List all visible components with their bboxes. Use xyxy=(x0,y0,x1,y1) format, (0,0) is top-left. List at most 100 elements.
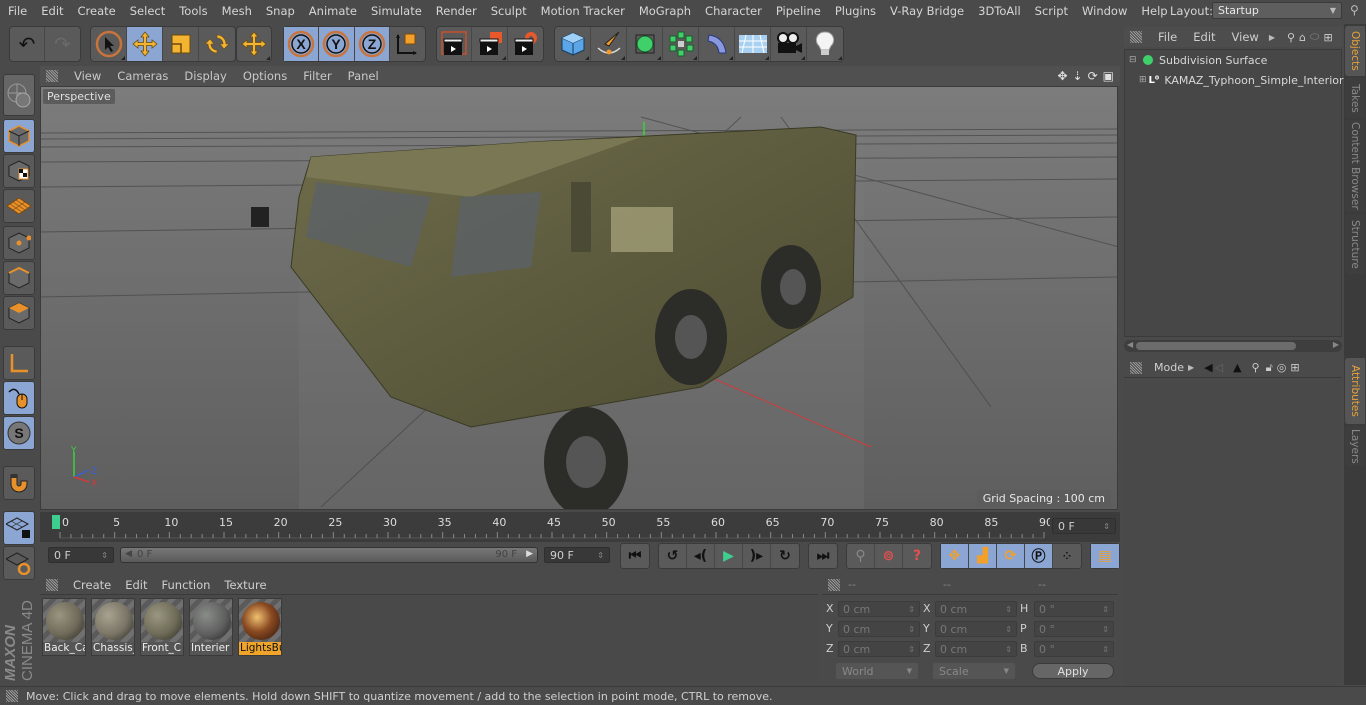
scale-button[interactable] xyxy=(163,27,199,61)
key-rotation-button[interactable]: ⟳ xyxy=(997,544,1025,568)
coordinate-mode-dropdown[interactable]: Scale ▼ xyxy=(933,663,1015,679)
record-key-button[interactable]: ⚲ xyxy=(847,544,875,568)
tab-objects[interactable]: Objects xyxy=(1345,26,1365,76)
rot-p-field[interactable]: 0 ° ⇕ xyxy=(1034,621,1114,637)
viewport-menu-panel[interactable]: Panel xyxy=(340,69,387,83)
prev-key-button[interactable]: ↺ xyxy=(659,544,687,568)
pan-icon[interactable]: ✥ xyxy=(1057,69,1067,83)
viewport-menu-filter[interactable]: Filter xyxy=(295,69,339,83)
camera-button[interactable] xyxy=(771,27,807,61)
zoom-icon[interactable]: ⇣ xyxy=(1073,69,1083,83)
material-menu-edit[interactable]: Edit xyxy=(118,578,154,592)
scrollbar-thumb[interactable] xyxy=(1136,342,1296,350)
material-menu-create[interactable]: Create xyxy=(66,578,118,592)
pos-x-field[interactable]: 0 cm ⇕ xyxy=(838,601,920,617)
model-mode-button[interactable] xyxy=(3,119,35,153)
tab-attributes[interactable]: Attributes xyxy=(1345,358,1365,424)
workplane-lock-button[interactable] xyxy=(3,511,35,545)
scroll-left-icon[interactable]: ◀ xyxy=(1127,340,1133,349)
objects-menu-file[interactable]: File xyxy=(1150,30,1185,44)
move-recent-button[interactable] xyxy=(237,27,271,61)
go-to-end-button[interactable]: ⏭ xyxy=(809,544,837,568)
menu-help[interactable]: Help xyxy=(1134,4,1174,18)
visibility-icon[interactable]: ⬭ xyxy=(1310,30,1319,44)
tab-content-browser[interactable]: Content Browser xyxy=(1345,120,1365,212)
menu-simulate[interactable]: Simulate xyxy=(364,4,429,18)
rot-h-field[interactable]: 0 ° ⇕ xyxy=(1034,601,1114,617)
menu-script[interactable]: Script xyxy=(1028,4,1075,18)
start-frame-field[interactable]: 0 F ⇕ xyxy=(48,547,114,563)
material-item-selected[interactable]: LightsBu xyxy=(238,598,282,656)
object-row[interactable]: ⊞ L⁰ KAMAZ_Typhoon_Simple_Interior xyxy=(1125,70,1344,90)
autokey-button[interactable]: ⊚ xyxy=(875,544,903,568)
menu-sculpt[interactable]: Sculpt xyxy=(484,4,534,18)
panel-grip-icon[interactable] xyxy=(46,578,58,591)
orbit-icon[interactable]: ⟳ xyxy=(1088,69,1098,83)
menu-pipeline[interactable]: Pipeline xyxy=(769,4,828,18)
rotate-button[interactable] xyxy=(199,27,235,61)
timeline-window-button[interactable]: ▤ xyxy=(1091,544,1119,568)
objects-menu-view[interactable]: View xyxy=(1224,30,1267,44)
keyframe-selection-button[interactable]: ? xyxy=(903,544,931,568)
redo-button[interactable]: ↷ xyxy=(45,27,80,61)
collapse-icon[interactable]: ⊟ xyxy=(1129,55,1141,65)
panel-grip-icon[interactable] xyxy=(1130,31,1142,43)
search-icon[interactable]: ⚲ xyxy=(1350,3,1364,17)
search-icon[interactable]: ⚲ xyxy=(1287,31,1295,44)
menu-snap[interactable]: Snap xyxy=(259,4,302,18)
material-item[interactable]: Front_C xyxy=(140,598,184,656)
pos-z-field[interactable]: 0 cm ⇕ xyxy=(838,641,920,657)
timeline-ruler[interactable]: 0 5 10 15 20 25 30 35 40 45 50 55 60 65 70 75 80 85 90 0 F… xyxy=(40,512,1120,542)
menu-create[interactable]: Create xyxy=(71,4,123,18)
points-mode-button[interactable] xyxy=(3,226,35,260)
layout-select[interactable]: Startup ▼ xyxy=(1212,2,1342,19)
cube-button[interactable] xyxy=(555,27,591,61)
menu-file[interactable]: File xyxy=(0,4,34,18)
viewport-menu-display[interactable]: Display xyxy=(176,69,234,83)
more-arrow-icon[interactable]: ▶ xyxy=(1269,33,1275,42)
material-item[interactable]: Back_Ca xyxy=(42,598,86,656)
pos-y-field[interactable]: 0 cm ⇕ xyxy=(838,621,920,637)
solo-button[interactable]: S xyxy=(3,416,35,450)
menu-window[interactable]: Window xyxy=(1075,4,1134,18)
viewport-perspective[interactable]: Y Z X Perspective Grid Spacing : 100 cm xyxy=(40,86,1118,510)
menu-mesh[interactable]: Mesh xyxy=(215,4,259,18)
size-x-field[interactable]: 0 cm ⇕ xyxy=(935,601,1017,617)
panel-grip-icon[interactable] xyxy=(46,70,58,82)
menu-select[interactable]: Select xyxy=(123,4,172,18)
menu-3dtoall[interactable]: 3DToAll xyxy=(971,4,1028,18)
tab-layers[interactable]: Layers xyxy=(1345,426,1365,466)
lock-icon[interactable]: 🔓︎ xyxy=(1266,361,1273,375)
camera-label[interactable]: Perspective xyxy=(43,89,115,104)
tab-structure[interactable]: Structure xyxy=(1345,214,1365,274)
maximize-icon[interactable]: ▣ xyxy=(1103,69,1114,83)
render-settings-button[interactable] xyxy=(508,27,543,61)
menu-tools[interactable]: Tools xyxy=(172,4,214,18)
axis-mode-button[interactable] xyxy=(3,346,35,380)
menu-render[interactable]: Render xyxy=(429,4,484,18)
next-key-button[interactable]: ↻ xyxy=(771,544,799,568)
key-position-button[interactable]: ✥ xyxy=(941,544,969,568)
light-button[interactable] xyxy=(807,27,843,61)
prev-frame-button[interactable]: ◂( xyxy=(687,544,715,568)
deformer-button[interactable] xyxy=(699,27,735,61)
y-axis-button[interactable]: Y xyxy=(319,27,355,61)
tab-takes[interactable]: Takes xyxy=(1345,78,1365,118)
material-menu-texture[interactable]: Texture xyxy=(217,578,273,592)
material-item[interactable]: Chassis_ xyxy=(91,598,135,656)
polygons-mode-button[interactable] xyxy=(3,296,35,330)
size-z-field[interactable]: 0 cm ⇕ xyxy=(935,641,1017,657)
coordinate-space-dropdown[interactable]: World ▼ xyxy=(836,663,918,679)
object-tree-scrollbar[interactable]: ◀ ▶ xyxy=(1124,340,1342,352)
snap-button[interactable] xyxy=(3,466,35,500)
attributes-menu-mode[interactable]: Mode xyxy=(1150,361,1188,374)
texture-mode-button[interactable] xyxy=(3,154,35,188)
menu-character[interactable]: Character xyxy=(698,4,769,18)
undo-button[interactable]: ↶ xyxy=(10,27,46,61)
rot-b-field[interactable]: 0 ° ⇕ xyxy=(1034,641,1114,657)
menu-plugins[interactable]: Plugins xyxy=(828,4,883,18)
pen-button[interactable] xyxy=(591,27,627,61)
end-frame-field[interactable]: 90 F ⇕ xyxy=(544,547,610,563)
new-window-icon[interactable]: ⊞ xyxy=(1290,361,1299,374)
home-icon[interactable]: ⌂ xyxy=(1299,31,1306,44)
